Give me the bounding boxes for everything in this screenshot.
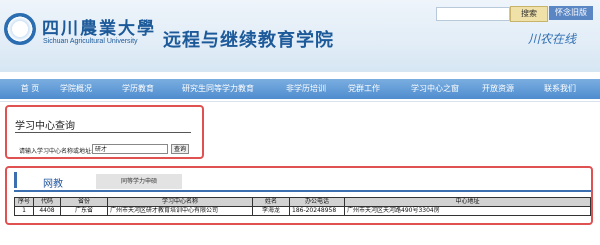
column-header: 序号 [14, 197, 34, 207]
query-panel: 学习中心查询 请输入学习中心名称或地址: 研才 查询 [5, 105, 204, 159]
nav-item-resources[interactable]: 开放资源 [468, 79, 528, 99]
center-search-input[interactable]: 研才 [92, 144, 168, 154]
query-title: 学习中心查询 [15, 121, 75, 132]
table-row: 1 4408 广东省 广州市天河区研才教育培训中心有限公司 李海龙 186-20… [14, 206, 591, 216]
nav-item-degree[interactable]: 学历教育 [108, 79, 168, 99]
nav-item-party[interactable]: 党群工作 [334, 79, 394, 99]
table-cell: 李海龙 [252, 206, 290, 216]
tab-online-education[interactable]: 网教 [43, 175, 63, 190]
table-cell: 4408 [33, 206, 61, 216]
nav-item-graduate[interactable]: 研究生同等学力教育 [170, 79, 266, 99]
table-cell: 广东省 [60, 206, 108, 216]
main-nav: 首 页 学院概况 学历教育 研究生同等学力教育 非学历培训 党群工作 学习中心之… [0, 79, 600, 99]
results-table: 序号 代码 省份 学习中心名称 姓名 办公电话 中心地址 1 4408 广东省 … [14, 197, 591, 216]
column-header: 中心地址 [344, 197, 591, 207]
brand-mark-logo: 川农在线 [528, 32, 577, 46]
column-header: 办公电话 [289, 197, 345, 207]
nav-item-training[interactable]: 非学历培训 [276, 79, 336, 99]
column-header: 代码 [33, 197, 61, 207]
table-header-row: 序号 代码 省份 学习中心名称 姓名 办公电话 中心地址 [14, 197, 591, 207]
university-english-name: Sichuan Agricultural University [43, 38, 138, 45]
nav-item-about[interactable]: 学院概况 [46, 79, 106, 99]
university-seal-icon [4, 13, 36, 45]
title-divider [15, 132, 191, 133]
site-title: 远程与继续教育学院 [163, 30, 334, 51]
search-button[interactable]: 搜索 [510, 6, 548, 22]
query-label: 请输入学习中心名称或地址: [19, 148, 94, 155]
query-button[interactable]: 查询 [171, 144, 189, 154]
column-header: 学习中心名称 [107, 197, 253, 207]
column-header: 省份 [60, 197, 108, 207]
nav-item-centers[interactable]: 学习中心之窗 [400, 79, 470, 99]
tab-equivalent-degree[interactable]: 同等学力申硕 [96, 174, 182, 189]
old-version-button[interactable]: 怀念旧版 [549, 6, 593, 20]
table-cell: 广州市天河区天河路490号3304房 [344, 206, 591, 216]
divider [0, 101, 600, 102]
table-cell: 广州市天河区研才教育培训中心有限公司 [107, 206, 253, 216]
table-cell: 186-20248958 [289, 206, 345, 216]
tab-marker [14, 172, 17, 188]
table-cell: 1 [14, 206, 34, 216]
search-input[interactable] [436, 7, 510, 21]
university-logo-text: 四川農業大學 [42, 19, 156, 39]
site-header: 四川農業大學 Sichuan Agricultural University 远… [0, 0, 600, 72]
column-header: 姓名 [252, 197, 290, 207]
nav-item-contact[interactable]: 联系我们 [530, 79, 590, 99]
